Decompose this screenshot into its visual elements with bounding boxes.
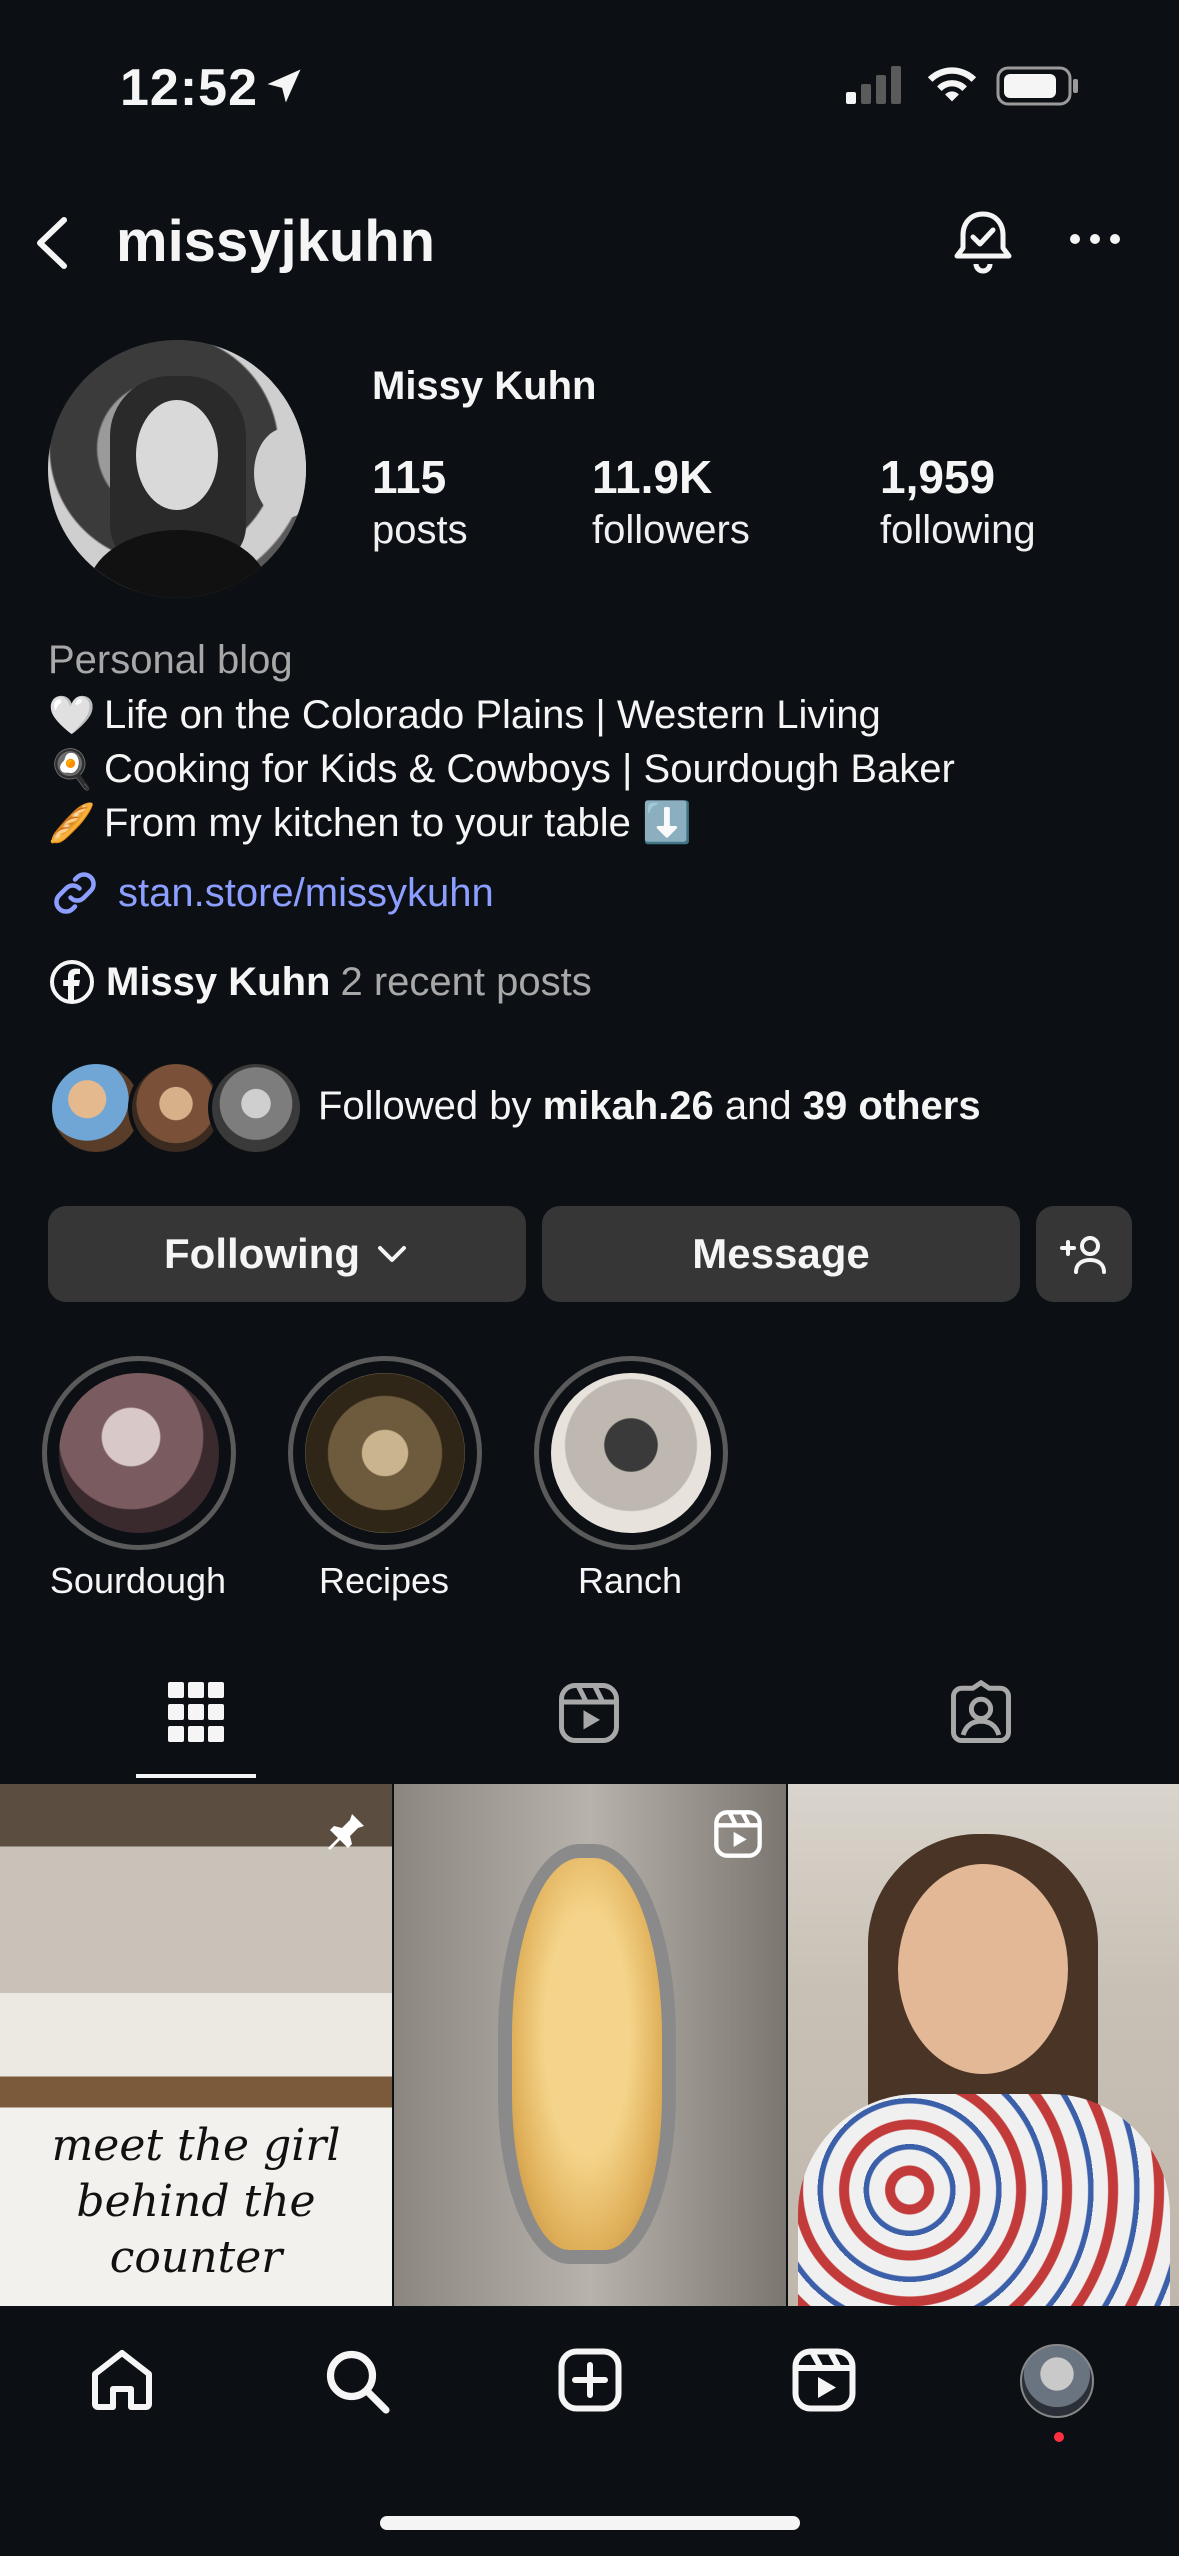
highlight-label: Ranch [577,1560,683,1601]
chevron-down-icon [377,1246,406,1262]
mutual-avatar [208,1060,304,1156]
notification-dot [1054,2432,1064,2442]
link-icon [54,872,96,914]
add-person-icon [1060,1236,1106,1274]
post-overlay-text: meet the girl behind the counter [51,2120,341,2283]
facebook-recent-posts: 2 recent posts [340,959,592,1004]
profile-link[interactable]: stan.store/missykuhn [48,866,494,920]
reel-indicator-icon [714,1810,762,1858]
profile-full-name: Missy Kuhn [372,364,597,408]
grid-icon[interactable] [166,1680,226,1744]
bio-line: 🤍 Life on the Colorado Plains | Western L… [48,688,881,743]
battery-icon [996,66,1078,106]
profile-nav-avatar[interactable] [1020,2344,1094,2418]
bio-line-text: Life on the Colorado Plains | Western Li… [104,693,881,737]
bio-line-text: From my kitchen to your table ⬇️ [104,801,692,845]
suggested-people-button[interactable] [1036,1206,1132,1302]
home-icon[interactable] [86,2344,158,2416]
facebook-link[interactable]: Missy Kuhn 2 recent posts [48,958,592,1006]
profile-username: missyjkuhn [116,209,436,274]
bio-line: 🥖 From my kitchen to your table ⬇️ [48,796,692,851]
active-tab-indicator [136,1774,256,1778]
mutual-username[interactable]: mikah.26 [543,1084,714,1128]
highlight-ranch[interactable] [534,1356,728,1550]
bio-line: 🍳 Cooking for Kids & Cowboys | Sourdough … [48,742,955,797]
profile-category: Personal blog [48,638,293,682]
following-label[interactable]: following [880,508,1036,553]
cellular-signal-icon [846,66,901,104]
posts-count[interactable]: 115 [372,450,446,504]
highlight-sourdough[interactable] [42,1356,236,1550]
status-time: 12:52 [120,59,258,117]
post-tile[interactable]: meet the girl behind the counter [0,1784,392,2306]
message-button[interactable]: Message [542,1206,1020,1302]
pin-icon [328,1814,364,1850]
post-tile[interactable] [788,1784,1179,2306]
highlight-recipes[interactable] [288,1356,482,1550]
location-arrow-icon [267,69,301,103]
home-indicator[interactable] [380,2516,800,2530]
reels-nav-icon[interactable] [788,2344,860,2416]
highlight-label: Recipes [318,1560,450,1601]
profile-avatar[interactable] [48,340,306,598]
posts-label[interactable]: posts [372,508,468,553]
create-icon[interactable] [554,2344,626,2416]
mutual-others[interactable]: 39 others [803,1084,981,1128]
tagged-icon[interactable] [948,1680,1014,1746]
following-button[interactable]: Following [48,1206,526,1302]
bio-line-text: Cooking for Kids & Cowboys | Sourdough B… [104,747,955,791]
followed-by-text[interactable]: Followed by mikah.26 and 39 others [318,1084,981,1129]
profile-link-text[interactable]: stan.store/missykuhn [118,871,494,916]
reels-icon[interactable] [556,1680,622,1746]
followers-count[interactable]: 11.9K [592,450,712,504]
post-tile[interactable] [394,1784,786,2306]
frying-pan-emoji: 🍳 [48,749,96,791]
wifi-icon [927,67,977,102]
heart-emoji: 🤍 [48,695,96,737]
bell-icon[interactable] [950,206,1016,276]
facebook-name[interactable]: Missy Kuhn [106,960,330,1005]
followers-label[interactable]: followers [592,508,750,553]
highlight-label: Sourdough [49,1560,227,1601]
back-icon[interactable] [24,208,84,278]
facebook-icon [50,960,94,1004]
search-icon[interactable] [320,2344,392,2416]
bread-emoji: 🥖 [48,803,96,845]
more-icon[interactable] [1068,232,1122,246]
following-count[interactable]: 1,959 [880,450,995,504]
